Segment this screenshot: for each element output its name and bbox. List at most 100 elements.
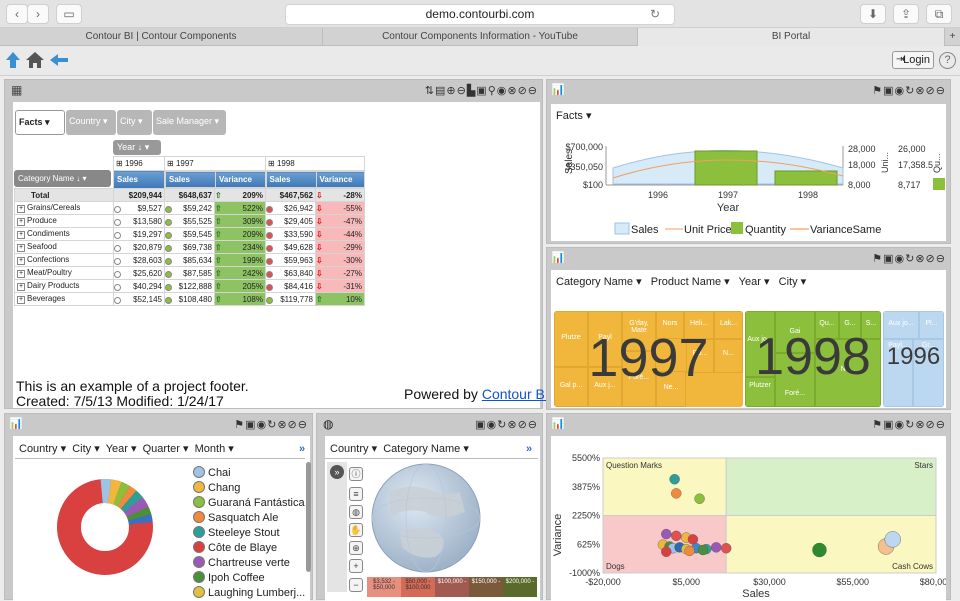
reload-icon[interactable]: ↻ xyxy=(650,7,660,21)
panel-tools-icon[interactable]: ▣◉↻⊗⊘⊖ xyxy=(475,418,538,431)
dim-category-name[interactable]: Category Name ▾ xyxy=(383,443,469,455)
more-dims-button[interactable]: » xyxy=(526,443,532,455)
legend-item[interactable]: Chartreuse verte xyxy=(193,556,290,569)
tab-bi-portal[interactable]: BI Portal xyxy=(638,28,945,46)
scatter-point[interactable] xyxy=(688,534,698,544)
sales-1996-cell: $28,603 xyxy=(114,254,165,267)
scatter-point[interactable] xyxy=(670,474,680,484)
legend-item[interactable]: Sasquatch Ale xyxy=(193,511,278,524)
scatter-point[interactable] xyxy=(671,488,681,498)
address-bar[interactable]: demo.contourbi.com xyxy=(285,4,675,25)
category-cell: +Grains/Cereals xyxy=(15,202,114,215)
treemap-tile-1998[interactable]: Aux jo... Gai Qu... G... S... Plutzer Fo… xyxy=(745,311,881,407)
scatter-point[interactable] xyxy=(661,529,671,539)
globe-map[interactable] xyxy=(370,462,482,574)
total-1997: $648,637 xyxy=(165,189,215,202)
tab-youtube[interactable]: Contour Components Information - YouTube xyxy=(323,28,638,46)
dim-country[interactable]: Country ▾ xyxy=(330,443,377,455)
dim-country[interactable]: Country ▾ xyxy=(19,443,66,455)
chart-icon: 📊 xyxy=(9,417,23,430)
panel-tools-icon[interactable]: ⚑▣◉↻⊗⊘⊖ xyxy=(872,84,946,97)
forward-icon[interactable]: › xyxy=(27,4,49,24)
scatter-point[interactable] xyxy=(721,543,731,553)
tabs-overview-icon[interactable]: ⧉ xyxy=(926,4,952,24)
panel-tools-icon[interactable]: ⚑▣◉↻⊗⊘⊖ xyxy=(872,252,946,265)
table-row: +Condiments$19,297$59,545⇧209%$33,590⇩-4… xyxy=(15,228,365,241)
dim-year[interactable]: Year ▾ xyxy=(739,276,770,288)
zoom-in-icon[interactable]: ⊕ xyxy=(349,541,363,555)
login-button[interactable]: ⇥ Login xyxy=(892,51,934,69)
collapse-icon[interactable]: » xyxy=(330,465,344,479)
panel-tools-icon[interactable]: ⇅▤⊕⊖▙▣⚲◉⊗⊘⊖ xyxy=(425,84,538,97)
scatter-point[interactable] xyxy=(685,546,695,556)
quantity-bar-1998 xyxy=(775,171,837,185)
year-1996-header[interactable]: ⊞ 1996 xyxy=(114,157,165,171)
sales-1996-cell: $52,145 xyxy=(114,293,165,306)
help-icon[interactable]: ? xyxy=(939,52,956,69)
back-arrow-icon[interactable] xyxy=(50,54,68,66)
legend-unit-price[interactable]: Unit Price xyxy=(684,224,732,236)
scatter-point[interactable] xyxy=(695,494,705,504)
category-name-filter[interactable]: Category Name ↓ ▾ xyxy=(14,170,111,187)
pan-hand-icon[interactable]: ✋ xyxy=(349,523,363,537)
legend-item[interactable]: Steeleye Stout xyxy=(193,526,280,539)
new-tab-button[interactable]: + xyxy=(945,28,960,46)
dim-quarter[interactable]: Quarter ▾ xyxy=(143,443,189,455)
download-icon[interactable]: ⬇ xyxy=(860,4,886,24)
share-icon[interactable]: ⇪ xyxy=(893,4,919,24)
country-filter[interactable]: Country ▾ xyxy=(66,110,116,135)
sales-1996-cell: $19,297 xyxy=(114,228,165,241)
legend-item[interactable]: Ipoh Coffee xyxy=(193,571,265,584)
year-1997-header[interactable]: ⊞ 1997 xyxy=(165,157,266,171)
up-arrow-icon[interactable] xyxy=(6,52,20,68)
treemap-tile-1996[interactable]: Aux jo... Pl... Payl... Gr... 1996 xyxy=(883,311,944,407)
donut-dims: Country ▾ City ▾ Year ▾ Quarter ▾ Month … xyxy=(19,442,234,455)
pivot-table: Total $209,944 $648,637 ⇧209% $467,562 ⇩… xyxy=(14,188,365,306)
globe-tool-icon[interactable]: ◍ xyxy=(349,505,363,519)
chart-icon: 📊 xyxy=(551,417,565,430)
sidebar-icon[interactable]: ▭ xyxy=(56,4,82,24)
scatter-point[interactable] xyxy=(698,545,708,555)
city-filter[interactable]: City ▾ xyxy=(117,110,152,135)
scatter-point[interactable] xyxy=(661,547,671,557)
more-dims-button[interactable]: » xyxy=(299,443,305,455)
legend-item[interactable]: Côte de Blaye xyxy=(193,541,277,554)
dim-category-name[interactable]: Category Name ▾ xyxy=(556,276,642,288)
legend-item[interactable]: Chang xyxy=(193,481,240,494)
scatter-point[interactable] xyxy=(671,531,681,541)
legend-sales[interactable]: Sales xyxy=(631,224,659,236)
legend-quantity[interactable]: Quantity xyxy=(745,224,786,236)
scatter-point[interactable] xyxy=(812,543,826,557)
info-icon[interactable]: ⓘ xyxy=(349,467,363,481)
dim-month[interactable]: Month ▾ xyxy=(195,443,234,455)
legend-item[interactable]: Guaraná Fantástica xyxy=(193,496,305,509)
dim-city[interactable]: City ▾ xyxy=(72,443,100,455)
panel-tools-icon[interactable]: ⚑▣◉↻⊗⊘⊖ xyxy=(234,418,308,431)
sales-1998-cell: $119,778 xyxy=(266,293,316,306)
dim-city[interactable]: City ▾ xyxy=(779,276,807,288)
contour-bi-link[interactable]: Contour BI xyxy=(482,386,549,402)
legend-toggle-icon[interactable]: ≡ xyxy=(349,487,363,501)
scatter-point[interactable] xyxy=(711,542,721,552)
combo-facts-dropdown[interactable]: Facts ▾ xyxy=(556,109,591,122)
legend-dot-icon xyxy=(193,571,205,583)
treemap-panel-header: 📊 ⚑▣◉↻⊗⊘⊖ xyxy=(547,248,950,270)
home-icon[interactable] xyxy=(26,52,44,68)
treemap-tile-1997[interactable]: Plutze Payl G'day, Mate Nors Heli... Lak… xyxy=(554,311,743,407)
sale-manager-filter[interactable]: Sale Manager ▾ xyxy=(153,110,226,135)
back-icon[interactable]: ‹ xyxy=(6,4,28,24)
year-filter[interactable]: Year ↓ ▾ xyxy=(113,140,161,155)
legend-item[interactable]: Chai xyxy=(193,466,231,479)
scatter-point[interactable] xyxy=(885,531,901,547)
legend-item[interactable]: Laughing Lumberj... xyxy=(193,586,305,599)
dim-year[interactable]: Year ▾ xyxy=(106,443,137,455)
panel-tools-icon[interactable]: ⚑▣◉↻⊗⊘⊖ xyxy=(872,418,946,431)
dim-product-name[interactable]: Product Name ▾ xyxy=(651,276,730,288)
legend-variance-same[interactable]: VarianceSame xyxy=(810,224,881,236)
tab-contour-components[interactable]: Contour BI | Contour Components xyxy=(0,28,323,46)
zoom-in-icon[interactable]: + xyxy=(349,559,363,573)
year-1998-header[interactable]: ⊞ 1998 xyxy=(266,157,365,171)
legend-scrollbar[interactable] xyxy=(306,462,311,572)
facts-dropdown[interactable]: Facts ▾ xyxy=(15,110,65,135)
zoom-out-icon[interactable]: − xyxy=(349,578,363,592)
